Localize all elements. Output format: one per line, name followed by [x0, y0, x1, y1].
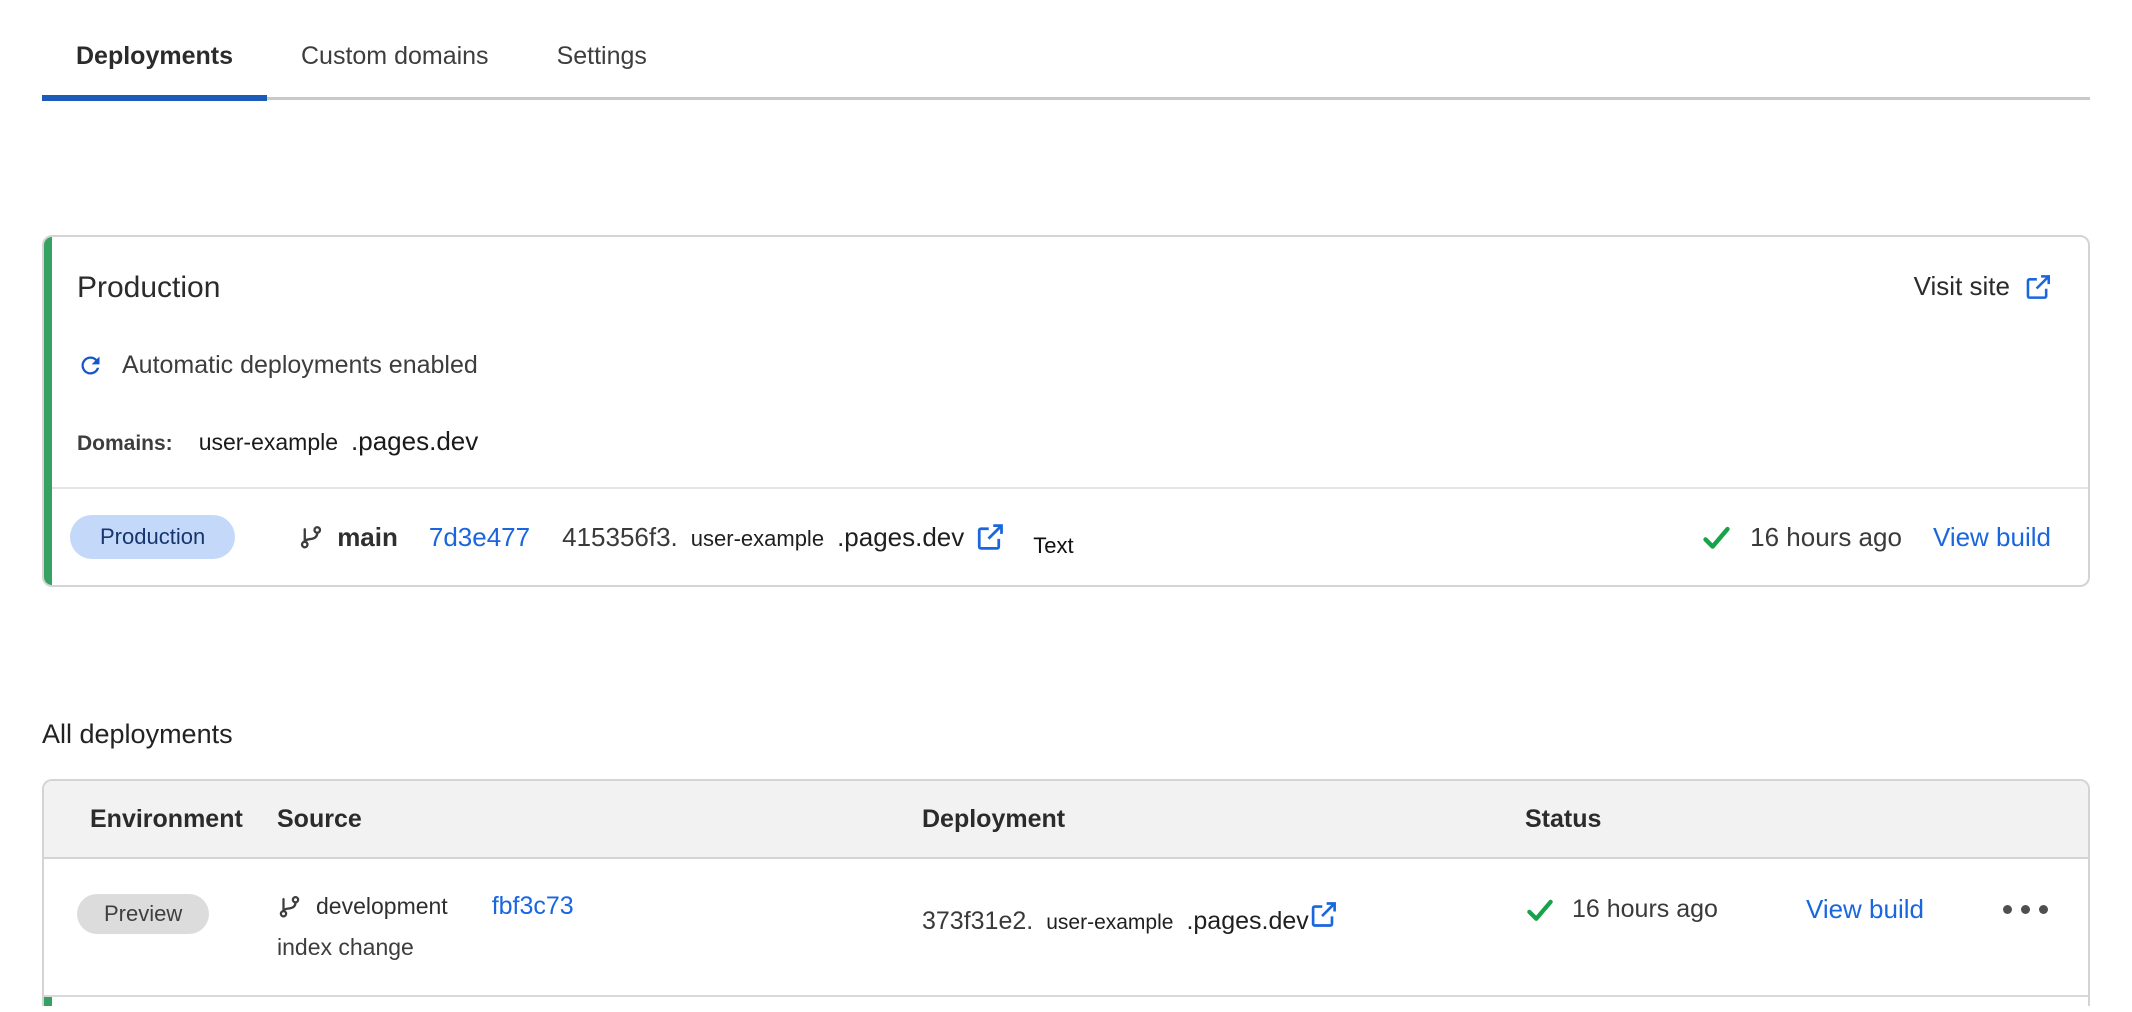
- environment-badge: Production: [70, 515, 235, 559]
- deployment-suffix: .pages.dev: [1186, 907, 1308, 936]
- annotation-text: Text: [1033, 533, 1073, 559]
- column-header-deployment: Deployment: [922, 805, 1525, 834]
- view-build-link[interactable]: View build: [1806, 894, 1924, 925]
- column-header-status: Status: [1525, 805, 2088, 834]
- commit-link[interactable]: 7d3e477: [429, 522, 530, 553]
- deployment-url-link[interactable]: 373f31e2. user-example .pages.dev: [922, 892, 1525, 936]
- production-accent-bar: [44, 997, 52, 1006]
- check-icon: [1701, 522, 1732, 553]
- git-branch-icon: [277, 894, 302, 919]
- auto-deployments-text: Automatic deployments enabled: [122, 351, 478, 380]
- deployments-table: Environment Source Deployment Status Pre…: [42, 779, 2090, 1006]
- branch-name: main: [337, 522, 398, 553]
- ellipsis-menu-icon[interactable]: [2003, 905, 2048, 914]
- production-accent-bar: [44, 237, 52, 585]
- domains-label: Domains:: [77, 432, 173, 456]
- branch-name: development: [316, 893, 448, 920]
- domain-name: user-example: [199, 429, 338, 456]
- deployment-domain: user-example: [691, 526, 824, 552]
- column-header-environment: Environment: [77, 805, 277, 834]
- deployment-url-link[interactable]: 415356f3. user-example .pages.dev: [562, 522, 1005, 553]
- table-header-row: Environment Source Deployment Status: [44, 781, 2088, 859]
- deployment-status: 16 hours ago View build: [1701, 522, 2051, 553]
- check-icon: [1525, 895, 1555, 925]
- deployment-id: 373f31e2.: [922, 907, 1033, 936]
- deployment-suffix: .pages.dev: [837, 522, 964, 553]
- external-link-icon: [975, 522, 1005, 552]
- commit-link[interactable]: fbf3c73: [492, 892, 574, 921]
- tab-settings[interactable]: Settings: [523, 30, 681, 101]
- tab-bar: Deployments Custom domains Settings: [42, 0, 2090, 100]
- next-row-partial: [44, 997, 2088, 1006]
- domain-suffix: .pages.dev: [351, 426, 478, 457]
- git-branch-icon: [298, 524, 324, 550]
- column-header-source: Source: [277, 805, 922, 834]
- visit-site-label: Visit site: [1914, 271, 2010, 302]
- all-deployments-title: All deployments: [42, 719, 2090, 750]
- external-link-icon: [1309, 900, 1338, 929]
- deployments-page: Deployments Custom domains Settings Prod…: [0, 0, 2132, 1012]
- commit-message: index change: [277, 934, 922, 961]
- table-row: Preview development fbf3c73 index chang: [44, 859, 2088, 997]
- production-card-title: Production: [77, 271, 220, 305]
- tab-deployments[interactable]: Deployments: [42, 30, 267, 101]
- deployment-time: 16 hours ago: [1572, 895, 1718, 924]
- deployment-domain: user-example: [1046, 911, 1173, 935]
- deployment-id: 415356f3.: [562, 522, 678, 553]
- tab-custom-domains[interactable]: Custom domains: [267, 30, 523, 101]
- visit-site-link[interactable]: Visit site: [1914, 271, 2052, 302]
- external-link-icon: [2024, 273, 2052, 301]
- deployment-time: 16 hours ago: [1750, 522, 1902, 553]
- production-card: Production Visit site Automatic: [42, 235, 2090, 587]
- production-deployment-row: Production main 7d3e477 415356f3. user-e…: [44, 487, 2088, 585]
- environment-badge: Preview: [77, 894, 209, 934]
- view-build-link[interactable]: View build: [1933, 522, 2051, 553]
- refresh-icon: [77, 352, 104, 379]
